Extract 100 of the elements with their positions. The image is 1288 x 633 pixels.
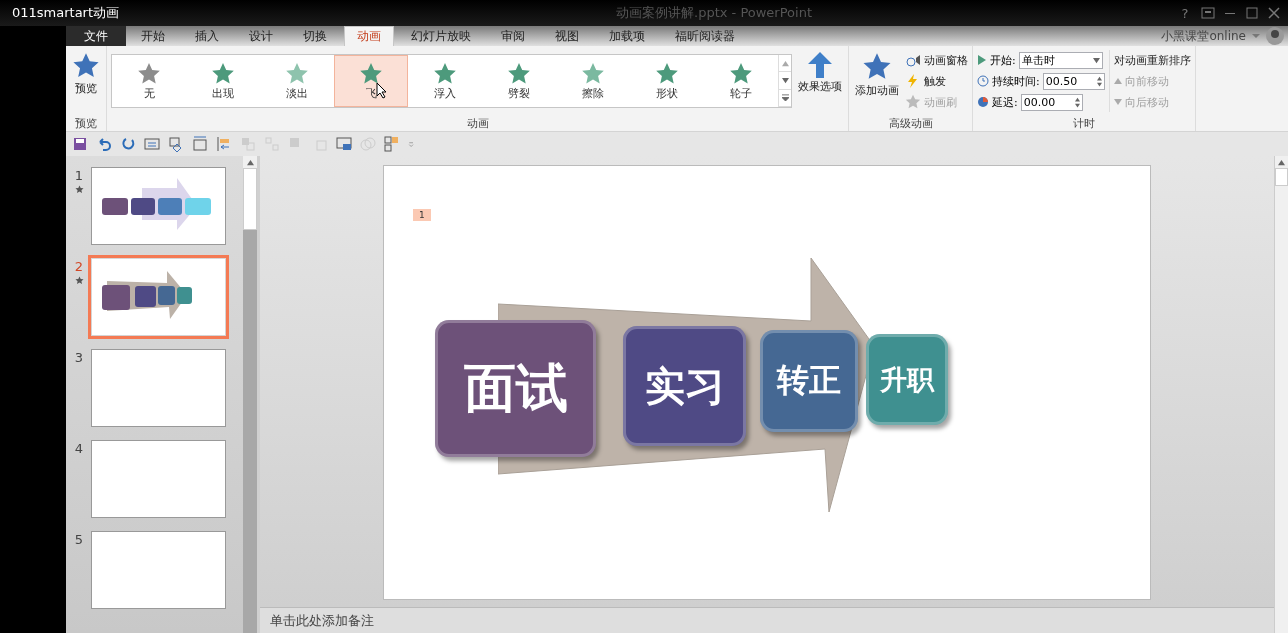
layout-icon[interactable] [192, 136, 208, 152]
preview-button[interactable]: 预览 [70, 50, 102, 98]
trigger-button[interactable]: 触发 [905, 71, 968, 91]
save-icon[interactable] [72, 136, 88, 152]
ribbon-tab[interactable]: 切换 [290, 26, 340, 46]
add-animation-button[interactable]: 添加动画 [853, 50, 901, 100]
animation-pane-button[interactable]: 动画窗格 [905, 50, 968, 70]
file-tab[interactable]: 文件 [66, 26, 126, 46]
slide-thumbnail[interactable] [92, 168, 225, 244]
star-icon [72, 52, 100, 80]
caret-icon[interactable] [1252, 33, 1260, 39]
help-button[interactable]: ? [1176, 4, 1194, 22]
spin-up-icon [1074, 96, 1080, 102]
spin-down-icon [1074, 102, 1080, 108]
group-label: 高级动画 [887, 116, 934, 131]
slide-thumbnail[interactable] [92, 532, 225, 608]
pane-icon[interactable] [905, 52, 921, 68]
animation-option[interactable]: 劈裂 [482, 55, 556, 107]
star-icon [211, 61, 235, 86]
notes-placeholder[interactable]: 单击此处添加备注 [270, 611, 374, 630]
shapes-icon[interactable] [168, 136, 184, 152]
star-icon [507, 61, 531, 86]
ribbon-tab[interactable]: 福昕阅读器 [662, 26, 748, 46]
ribbon-display-icon[interactable] [1200, 5, 1216, 21]
scrollbar[interactable] [1274, 156, 1288, 633]
group-label: 动画 [465, 116, 490, 131]
account-name[interactable]: 小黑课堂online [1161, 27, 1246, 45]
slide-number: 4 [74, 441, 84, 456]
ribbon-tab[interactable]: 设计 [236, 26, 286, 46]
play-icon [977, 54, 987, 66]
scroll-thumb[interactable] [243, 168, 257, 230]
star-icon [905, 94, 921, 110]
close-icon[interactable] [1266, 5, 1282, 21]
maximize-icon[interactable] [1244, 5, 1260, 21]
ribbon-tab[interactable]: 动画 [344, 26, 394, 46]
up-icon [1113, 77, 1122, 85]
picture-slide-icon[interactable] [336, 136, 352, 152]
slide-thumbnail[interactable] [92, 350, 225, 426]
ribbon-tab[interactable]: 开始 [128, 26, 178, 46]
animation-option[interactable]: 浮入 [408, 55, 482, 107]
undo-icon[interactable] [96, 136, 112, 152]
up-arrow-icon [808, 52, 832, 78]
animation-option[interactable]: 无 [112, 55, 186, 107]
animation-tag: 1 [413, 209, 431, 221]
star-icon [137, 61, 161, 86]
delay-icon [977, 96, 989, 108]
expand-icon [781, 94, 789, 102]
slide-number: 5 [74, 532, 84, 547]
smartart-box: 实习 [623, 326, 746, 446]
text-box-icon[interactable] [144, 136, 160, 152]
ribbon-tab[interactable]: 审阅 [488, 26, 538, 46]
duration-spinner[interactable]: 00.50 [1042, 72, 1105, 90]
star-icon [655, 61, 679, 86]
effect-options-button[interactable]: 效果选项 [796, 50, 844, 96]
star-icon [433, 61, 457, 86]
reorder-title: 对动画重新排序 [1113, 52, 1191, 69]
start-dropdown[interactable]: 单击时 [1018, 51, 1103, 69]
down-icon [1113, 98, 1122, 106]
slide-thumbnail[interactable] [92, 441, 225, 517]
merge-shapes-icon[interactable] [360, 136, 376, 152]
ribbon-tab[interactable]: 视图 [542, 26, 592, 46]
star-icon [729, 61, 753, 86]
up-icon [781, 59, 789, 67]
slide-number: 3 [74, 350, 84, 365]
up-icon [246, 158, 254, 166]
spin-down-icon [1096, 81, 1102, 87]
start-label: 开始: [990, 52, 1016, 68]
star-icon [359, 61, 383, 86]
spin-up-icon [1096, 75, 1102, 81]
group-label: 计时 [1071, 116, 1096, 131]
smartart-box: 面试 [435, 320, 596, 457]
align-icon[interactable] [216, 136, 232, 152]
caret-icon [1092, 56, 1100, 64]
star-icon [581, 61, 605, 86]
ribbon-tab[interactable]: 插入 [182, 26, 232, 46]
avatar-icon[interactable] [1266, 27, 1284, 45]
ribbon-tab[interactable]: 幻灯片放映 [398, 26, 484, 46]
down-icon [781, 77, 789, 84]
selection-icon[interactable] [384, 136, 400, 152]
animation-option[interactable]: 出现 [186, 55, 260, 107]
scrollbar[interactable] [243, 156, 257, 633]
duration-label: 持续时间: [992, 73, 1040, 89]
delay-label: 延迟: [992, 94, 1018, 110]
group-label: 预览 [74, 116, 98, 131]
clock-icon [977, 75, 989, 87]
redo-icon[interactable] [120, 136, 136, 152]
slide-number: 1 [74, 168, 84, 183]
cursor-icon [376, 82, 388, 99]
animation-option[interactable]: 淡出 [260, 55, 334, 107]
animation-option[interactable]: 形状 [630, 55, 704, 107]
delay-spinner[interactable]: 00.00 [1020, 93, 1083, 111]
group-icon[interactable] [240, 136, 256, 152]
scroll-thumb[interactable] [1275, 168, 1288, 186]
animation-option[interactable]: 擦除 [556, 55, 630, 107]
video-title: 011smartart动画 [11, 4, 121, 22]
animation-option[interactable]: 轮子 [704, 55, 778, 107]
star-icon [285, 61, 309, 86]
smartart-box: 升职 [866, 334, 948, 425]
window-title: 动画案例讲解.pptx - PowerPoint [615, 4, 813, 22]
ribbon-tab[interactable]: 加载项 [596, 26, 658, 46]
